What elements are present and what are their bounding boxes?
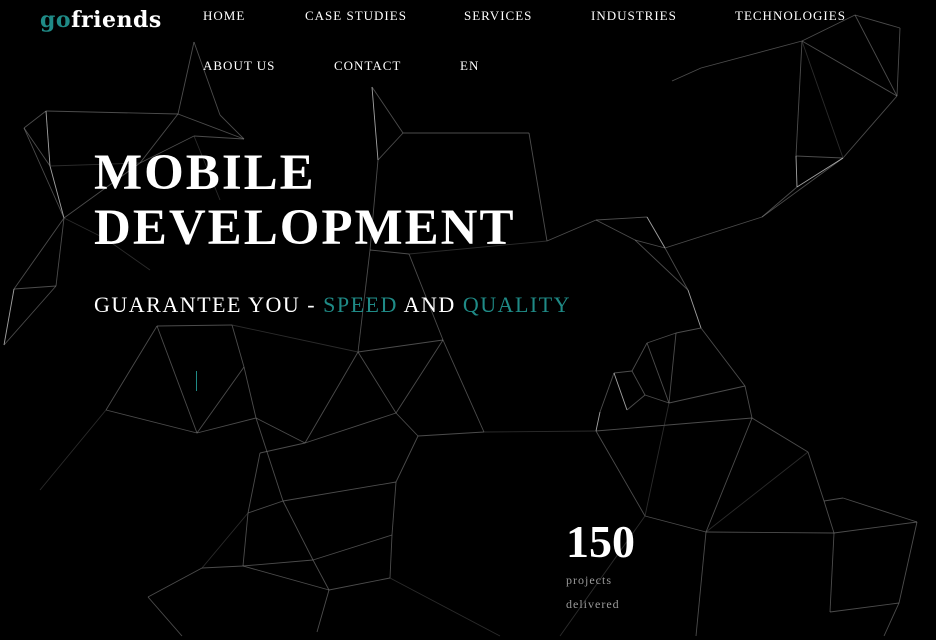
stat-value: 150 (566, 516, 635, 567)
stat-label-line1: projects (566, 573, 612, 587)
nav-item-technologies[interactable]: TECHNOLOGIES (735, 8, 846, 24)
logo[interactable]: gofriends (40, 6, 162, 34)
hero-title-line2: DEVELOPMENT (94, 200, 516, 256)
stat-projects: 150 projects delivered (566, 516, 635, 616)
language-switcher[interactable]: EN (460, 58, 479, 74)
hero-title-line1: MOBILE (94, 145, 316, 201)
network-background (3, 14, 918, 637)
tagline-prefix: GUARANTEE YOU - (94, 292, 324, 317)
logo-suffix: friends (71, 7, 162, 33)
tagline-speed: SPEED (323, 292, 398, 317)
hero-title: MOBILE DEVELOPMENT (94, 146, 516, 256)
nav-item-home[interactable]: HOME (203, 8, 245, 24)
text-caret (196, 371, 197, 391)
nav-item-about-us[interactable]: ABOUT US (203, 58, 275, 74)
nav-item-industries[interactable]: INDUSTRIES (591, 8, 677, 24)
tagline-quality: QUALITY (462, 292, 572, 317)
nav-item-contact[interactable]: CONTACT (334, 58, 401, 74)
logo-prefix: go (40, 7, 72, 33)
nav-item-services[interactable]: SERVICES (464, 8, 532, 24)
tagline-mid: AND (397, 292, 463, 317)
stat-label-line2: delivered (566, 597, 620, 611)
nav-item-case-studies[interactable]: CASE STUDIES (305, 8, 407, 24)
hero-tagline: GUARANTEE YOU - SPEED AND QUALITY (94, 292, 571, 318)
